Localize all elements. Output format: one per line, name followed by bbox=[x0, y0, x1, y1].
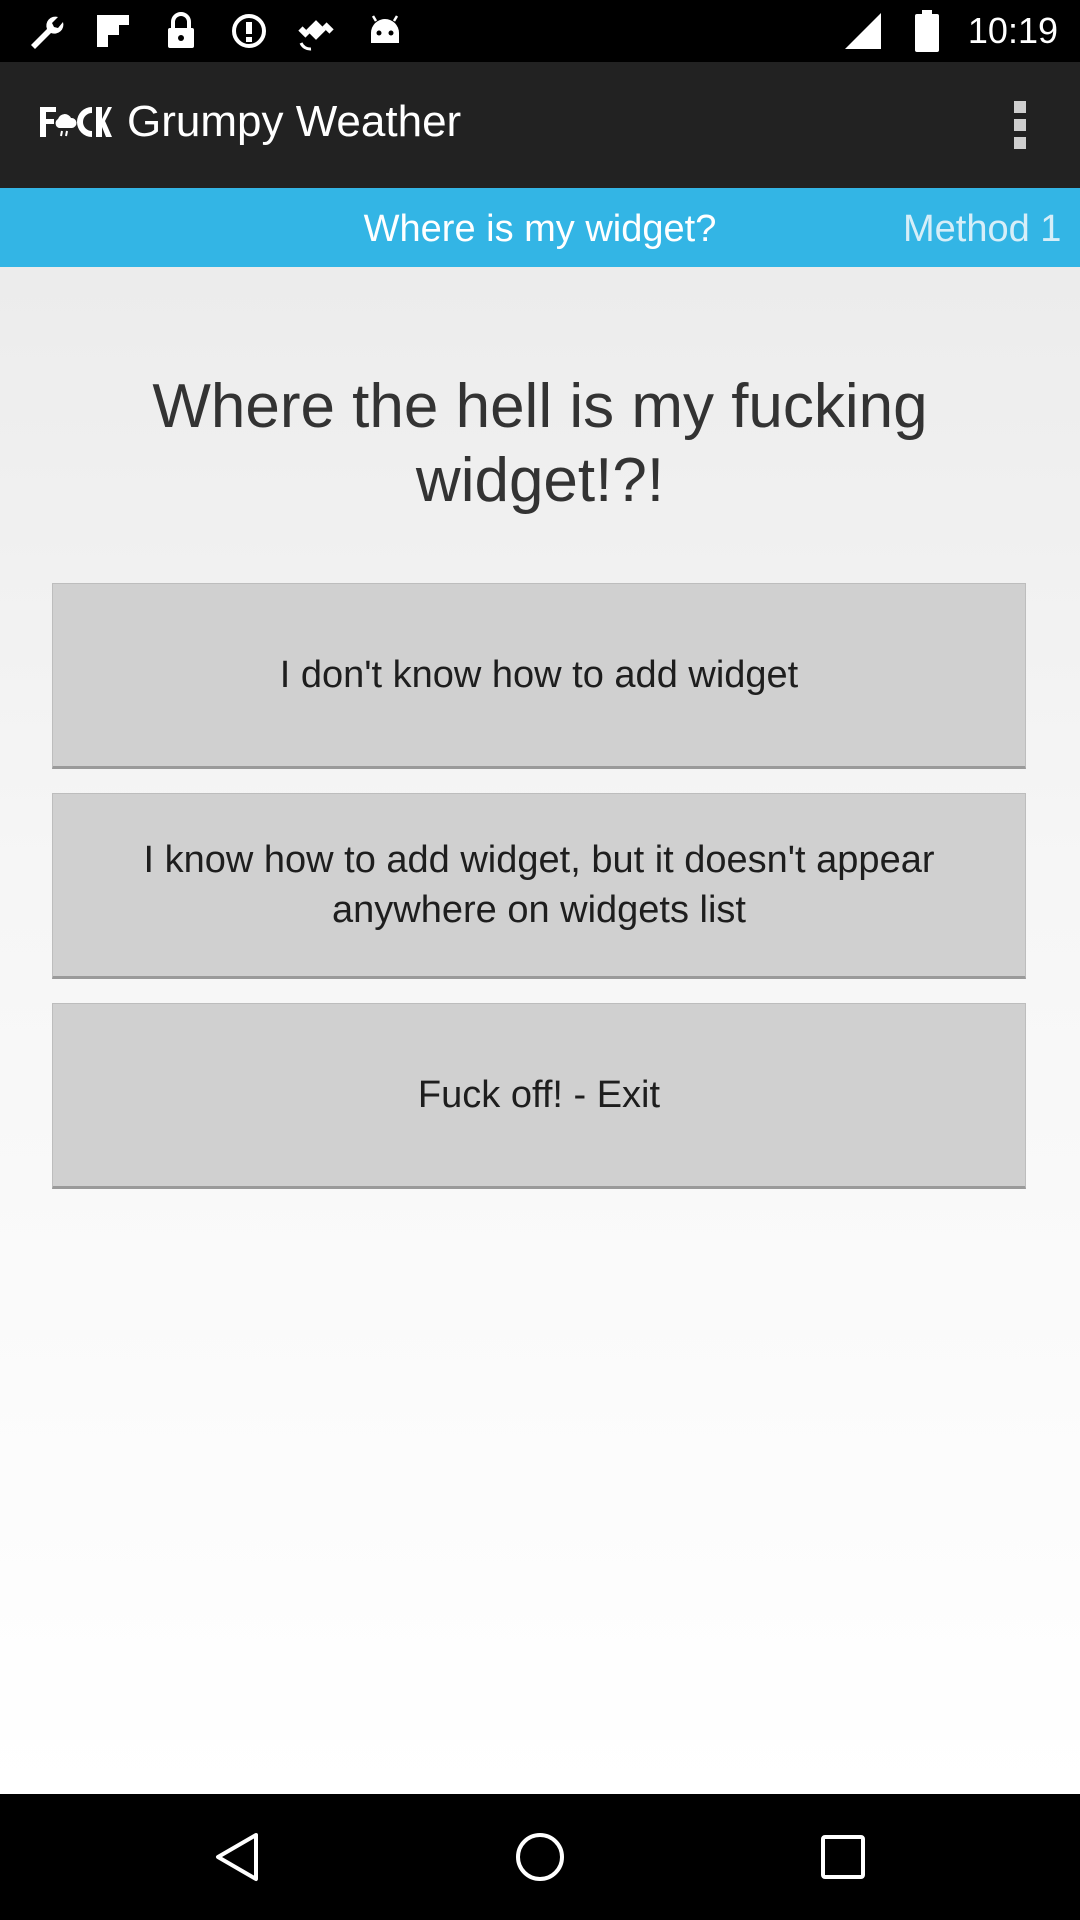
wrench-icon bbox=[22, 8, 68, 54]
tab-strip: Where is my widget? Method 1 bbox=[0, 188, 1080, 267]
app-bar: Grumpy Weather bbox=[0, 62, 1080, 188]
status-bar: 10:19 bbox=[0, 0, 1080, 62]
alert-icon bbox=[226, 8, 272, 54]
page-heading: Where the hell is my fucking widget!?! bbox=[152, 372, 928, 515]
status-time: 10:19 bbox=[967, 10, 1058, 51]
overflow-dot bbox=[1014, 137, 1026, 149]
navigation-bar bbox=[0, 1794, 1080, 1920]
fake-gps-icon bbox=[294, 8, 340, 54]
status-indicators: 10:19 bbox=[840, 8, 1058, 54]
app-title: Grumpy Weather bbox=[127, 97, 462, 146]
main-content: Where the hell is my fucking widget!?! I… bbox=[0, 267, 1080, 1794]
recents-icon[interactable] bbox=[813, 1827, 873, 1887]
overflow-dot bbox=[1014, 101, 1026, 113]
dont-know-how-button[interactable]: I don't know how to add widget bbox=[52, 583, 1026, 769]
back-icon[interactable] bbox=[207, 1827, 267, 1887]
home-icon[interactable] bbox=[510, 1827, 570, 1887]
lock-icon bbox=[158, 8, 204, 54]
battery-icon bbox=[904, 8, 950, 54]
widget-not-in-list-button[interactable]: I know how to add widget, but it doesn't… bbox=[52, 793, 1026, 979]
tab-method-1[interactable]: Method 1 bbox=[903, 208, 1061, 251]
notification-icons bbox=[22, 8, 408, 54]
flipboard-icon bbox=[90, 8, 136, 54]
overflow-dot bbox=[1014, 119, 1026, 131]
exit-button[interactable]: Fuck off! - Exit bbox=[52, 1003, 1026, 1189]
app-logo bbox=[38, 105, 112, 139]
app-logo-icon bbox=[40, 107, 112, 137]
android-icon bbox=[362, 8, 408, 54]
signal-icon bbox=[840, 8, 886, 54]
more-vert-icon[interactable] bbox=[1000, 95, 1040, 155]
